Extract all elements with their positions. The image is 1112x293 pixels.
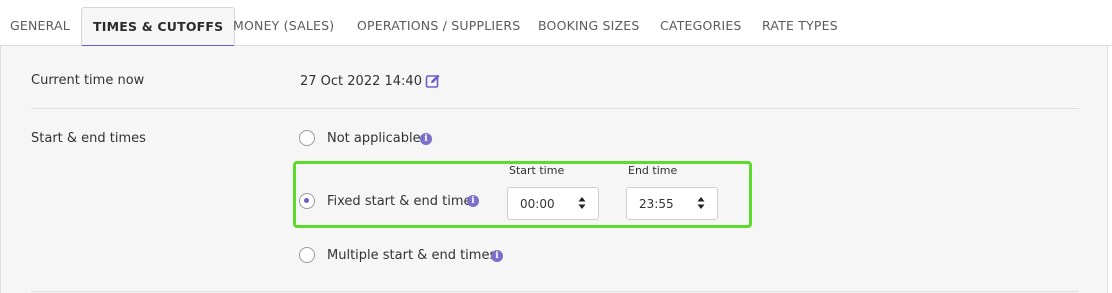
tab-categories[interactable]: CATEGORIES bbox=[660, 0, 742, 46]
radio-label-not-applicable[interactable]: Not applicable bbox=[327, 131, 421, 146]
radio-label-multiple-start-end-times[interactable]: Multiple start & end times bbox=[327, 248, 496, 263]
tab-general[interactable]: GENERAL bbox=[10, 0, 70, 46]
sort-caret-icon bbox=[697, 197, 705, 209]
radio-fixed-start-end-time[interactable] bbox=[299, 193, 315, 209]
divider bbox=[31, 291, 1079, 292]
tab-bar: GENERAL TIMES & CUTOFFS MONEY (SALES) OP… bbox=[0, 0, 1112, 47]
start-time-value: 00:00 bbox=[520, 197, 555, 211]
start-time-select[interactable]: 00:00 bbox=[507, 187, 599, 220]
tab-rate-types[interactable]: RATE TYPES bbox=[762, 0, 838, 46]
edit-icon[interactable] bbox=[425, 73, 441, 89]
tab-times-cutoffs[interactable]: TIMES & CUTOFFS bbox=[81, 7, 236, 47]
end-time-select[interactable]: 23:55 bbox=[626, 187, 718, 220]
divider bbox=[31, 108, 1079, 109]
info-icon[interactable]: i bbox=[491, 250, 503, 262]
tab-booking-sizes[interactable]: BOOKING SIZES bbox=[538, 0, 640, 46]
end-time-label: End time bbox=[628, 164, 678, 177]
start-time-label: Start time bbox=[509, 164, 565, 177]
end-time-value: 23:55 bbox=[639, 197, 674, 211]
info-icon[interactable]: i bbox=[467, 195, 479, 207]
current-time-label: Current time now bbox=[31, 73, 145, 88]
start-end-times-label: Start & end times bbox=[31, 131, 146, 146]
sort-caret-icon bbox=[578, 197, 586, 209]
radio-label-fixed-start-end-time[interactable]: Fixed start & end time bbox=[327, 194, 472, 209]
tab-money-sales[interactable]: MONEY (SALES) bbox=[233, 0, 334, 46]
times-cutoffs-panel: Current time now 27 Oct 2022 14:40 Start… bbox=[0, 46, 1108, 293]
info-icon[interactable]: i bbox=[420, 133, 432, 145]
radio-multiple-start-end-times[interactable] bbox=[299, 247, 315, 263]
radio-not-applicable[interactable] bbox=[299, 130, 315, 146]
current-time-value: 27 Oct 2022 14:40 bbox=[300, 74, 422, 89]
tab-operations-suppliers[interactable]: OPERATIONS / SUPPLIERS bbox=[357, 0, 520, 46]
